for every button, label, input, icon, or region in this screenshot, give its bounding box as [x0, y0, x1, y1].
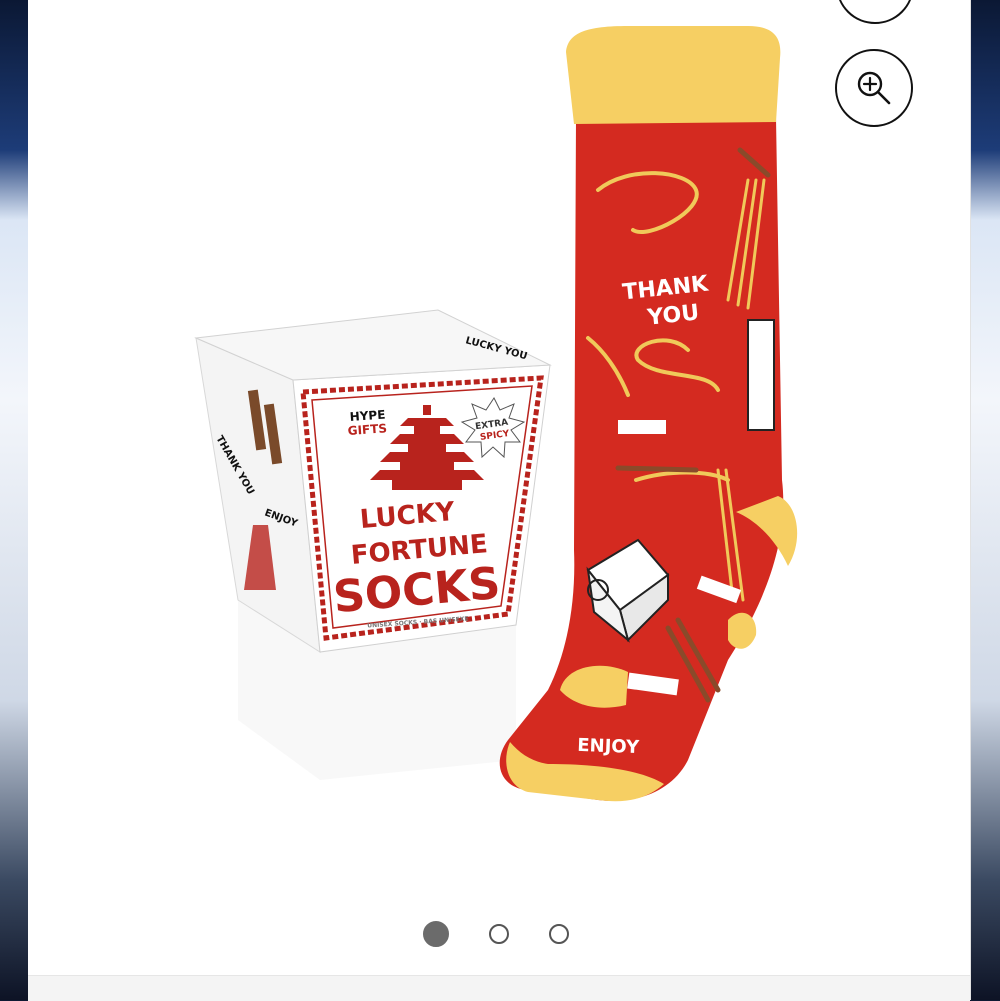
carousel-dot-2[interactable] [489, 924, 509, 944]
sock-text-enjoy: ENJOY [577, 735, 640, 758]
gift-box: EXTRA SPICY HYPE GIFTS LUCKY FORTUNE SOC… [194, 309, 552, 780]
box-brand-line2: GIFTS [347, 421, 387, 438]
product-image[interactable]: EXTRA SPICY HYPE GIFTS LUCKY FORTUNE SOC… [28, 0, 970, 975]
sock: THANK YOU ENJOY [499, 26, 798, 802]
background-left [0, 0, 28, 1000]
carousel-indicators [423, 921, 569, 947]
zoom-button[interactable] [835, 49, 913, 127]
zoom-in-icon [857, 71, 891, 105]
product-gallery: EXTRA SPICY HYPE GIFTS LUCKY FORTUNE SOC… [28, 0, 971, 1001]
carousel-dot-1[interactable] [423, 921, 449, 947]
card-bottom-edge [28, 975, 970, 1001]
carousel-dot-3[interactable] [549, 924, 569, 944]
background-right [970, 0, 1000, 1000]
